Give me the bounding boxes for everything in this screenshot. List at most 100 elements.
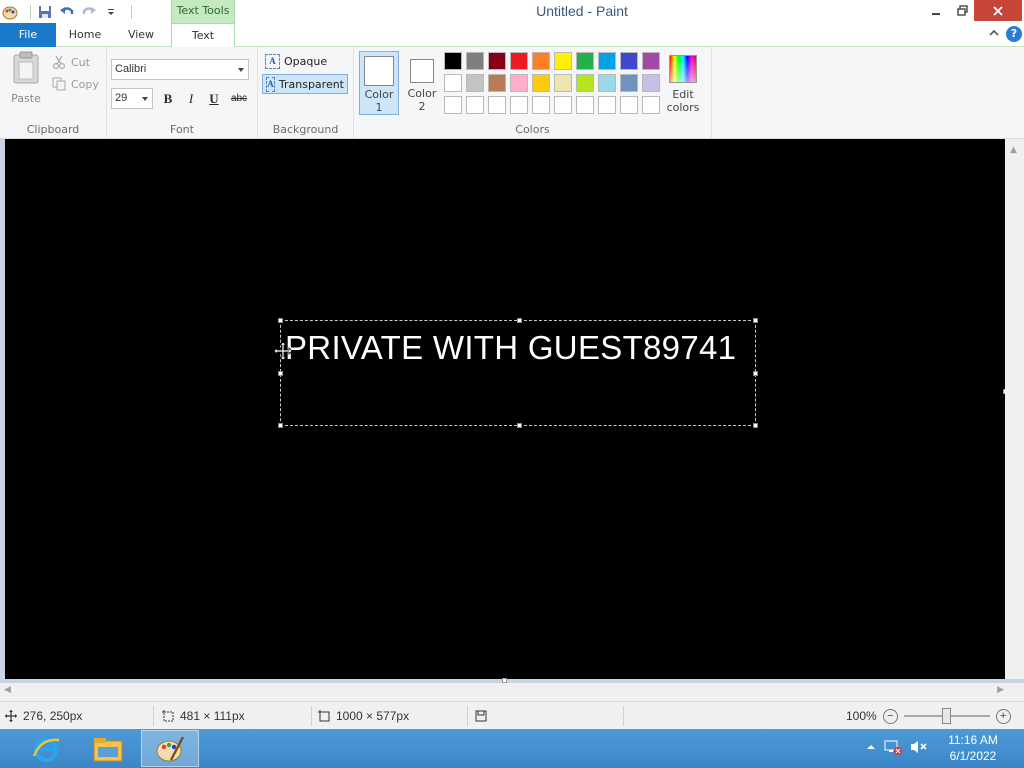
- scissors-icon: [53, 55, 65, 69]
- palette-swatch[interactable]: [488, 74, 506, 92]
- text-box[interactable]: PRIVATE WITH GUEST89741: [278, 318, 758, 428]
- palette-swatch[interactable]: [532, 74, 550, 92]
- minimize-ribbon-icon[interactable]: [988, 28, 1000, 41]
- clock-date: 6/1/2022: [949, 749, 997, 763]
- resize-handle-w[interactable]: [278, 371, 283, 376]
- help-icon[interactable]: ?: [1006, 26, 1022, 42]
- scroll-left-icon[interactable]: ◀: [4, 685, 11, 695]
- palette-swatch[interactable]: [642, 52, 660, 70]
- palette-swatch[interactable]: [576, 52, 594, 70]
- scroll-up-icon[interactable]: ▲: [1010, 145, 1017, 155]
- restore-button[interactable]: [950, 0, 974, 21]
- color-2-button[interactable]: Color 2: [402, 51, 442, 115]
- colors-group: Color 1 Color 2 Edit colors Colors: [354, 47, 712, 139]
- copy-button[interactable]: Copy: [52, 75, 99, 93]
- paste-button[interactable]: Paste: [6, 51, 46, 105]
- palette-swatch[interactable]: [554, 52, 572, 70]
- opaque-button[interactable]: A Opaque: [262, 51, 330, 71]
- palette-swatch: [466, 96, 484, 114]
- horizontal-scrollbar[interactable]: ◀ ▶: [0, 683, 1024, 701]
- tab-view[interactable]: View: [114, 23, 168, 47]
- zoom-in-button[interactable]: +: [995, 708, 1011, 724]
- resize-handle-sw[interactable]: [278, 423, 283, 428]
- palette-swatch[interactable]: [576, 74, 594, 92]
- cursor-position-cell: 276, 250px: [5, 702, 82, 730]
- status-divider: [311, 706, 312, 726]
- palette-swatch[interactable]: [598, 52, 616, 70]
- close-icon: [993, 5, 1003, 16]
- minimize-button[interactable]: [922, 0, 950, 21]
- tab-text[interactable]: Text: [171, 23, 235, 48]
- edit-colors-button[interactable]: Edit colors: [665, 53, 701, 114]
- palette-swatch[interactable]: [554, 74, 572, 92]
- resize-handle-ne[interactable]: [753, 318, 758, 323]
- transparent-button[interactable]: A Transparent: [262, 74, 348, 94]
- window-title: Untitled - Paint: [536, 3, 628, 19]
- background-group-label: Background: [272, 123, 339, 136]
- palette-swatch[interactable]: [642, 74, 660, 92]
- zoom-out-button[interactable]: −: [882, 708, 898, 724]
- internet-explorer-icon[interactable]: [17, 730, 75, 767]
- transparent-icon: A: [266, 76, 275, 92]
- palette-swatch: [642, 96, 660, 114]
- tab-file[interactable]: File: [0, 23, 56, 47]
- strikethrough-button[interactable]: abc: [227, 90, 251, 108]
- palette-swatch[interactable]: [444, 52, 462, 70]
- underline-button[interactable]: U: [204, 90, 224, 108]
- close-button[interactable]: [974, 0, 1022, 21]
- palette-swatch[interactable]: [620, 52, 638, 70]
- vertical-scrollbar[interactable]: ▲: [1005, 139, 1024, 679]
- paint-icon[interactable]: [141, 730, 199, 767]
- file-explorer-icon[interactable]: [79, 730, 137, 767]
- taskbar-clock[interactable]: 11:16 AM 6/1/2022: [938, 732, 1008, 764]
- cut-button[interactable]: Cut: [52, 53, 90, 71]
- italic-button[interactable]: I: [181, 90, 201, 108]
- minimize-icon: [932, 12, 940, 15]
- show-hidden-icons-icon[interactable]: [866, 742, 876, 755]
- palette-swatch[interactable]: [510, 52, 528, 70]
- palette-swatch[interactable]: [444, 74, 462, 92]
- image-size-icon: [318, 710, 330, 722]
- disk-icon: [475, 710, 487, 722]
- resize-handle-e[interactable]: [753, 371, 758, 376]
- font-family-dropdown[interactable]: Calibri: [111, 59, 249, 80]
- resize-handle-s[interactable]: [517, 423, 522, 428]
- move-cursor-icon: [273, 341, 293, 361]
- palette-swatch[interactable]: [510, 74, 528, 92]
- color-1-number: 1: [375, 101, 383, 114]
- zoom-controls: 100% − +: [846, 702, 1011, 730]
- zoom-level: 100%: [846, 709, 877, 723]
- palette-swatch[interactable]: [488, 52, 506, 70]
- palette-swatch: [554, 96, 572, 114]
- palette-swatch[interactable]: [532, 52, 550, 70]
- palette-swatch[interactable]: [466, 74, 484, 92]
- paste-icon: [13, 51, 39, 84]
- palette-swatch: [620, 96, 638, 114]
- volume-muted-icon[interactable]: [910, 739, 928, 758]
- resize-handle-nw[interactable]: [278, 318, 283, 323]
- zoom-slider-thumb[interactable]: [941, 708, 951, 724]
- color-1-button[interactable]: Color 1: [359, 51, 399, 115]
- font-size-dropdown[interactable]: 29: [111, 88, 153, 109]
- status-divider: [467, 706, 468, 726]
- palette-swatch[interactable]: [620, 74, 638, 92]
- drawing-canvas[interactable]: PRIVATE WITH GUEST89741: [5, 139, 1005, 679]
- palette-swatch[interactable]: [466, 52, 484, 70]
- zoom-slider[interactable]: [903, 708, 990, 724]
- font-group: Calibri 29 B I U abc Font: [107, 47, 258, 139]
- title-bar: Text Tools Untitled - Paint: [0, 0, 1024, 23]
- network-icon[interactable]: [884, 739, 902, 758]
- palette-swatch[interactable]: [598, 74, 616, 92]
- scroll-right-icon[interactable]: ▶: [997, 685, 1004, 695]
- copy-label: Copy: [71, 77, 99, 91]
- font-family-value: Calibri: [115, 63, 147, 75]
- canvas-text[interactable]: PRIVATE WITH GUEST89741: [285, 329, 736, 367]
- clock-time: 11:16 AM: [948, 733, 998, 747]
- resize-handle-se[interactable]: [753, 423, 758, 428]
- tab-home[interactable]: Home: [58, 23, 112, 47]
- bold-button[interactable]: B: [158, 90, 178, 108]
- edit-colors-label-2: colors: [666, 101, 700, 114]
- resize-handle-n[interactable]: [517, 318, 522, 323]
- system-tray: [866, 729, 928, 768]
- background-group: A Opaque A Transparent Background: [258, 47, 354, 139]
